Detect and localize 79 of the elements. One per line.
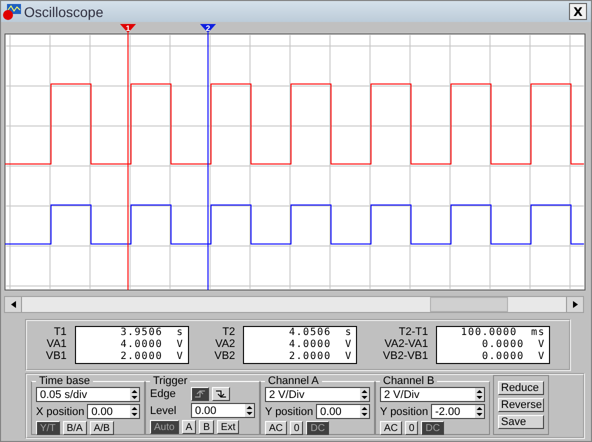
readout-unit: ms xyxy=(531,327,546,339)
trigger-level-field[interactable]: 0.00 xyxy=(191,403,255,418)
readout-label: VA1 xyxy=(46,338,67,350)
coupling-button[interactable]: 0 xyxy=(290,421,304,435)
spin-arrows-icon[interactable] xyxy=(475,388,484,401)
readout-label: VB1 xyxy=(46,350,67,362)
group-title: Time base xyxy=(38,375,91,387)
field-label: Y position xyxy=(380,406,428,418)
readout-unit: V xyxy=(176,351,184,363)
readout-label: T2 xyxy=(222,326,236,338)
readout-value: 100.0000 xyxy=(460,327,518,339)
coupling-button[interactable]: DC xyxy=(421,421,444,435)
field-label: Level xyxy=(150,404,178,416)
mode-button[interactable]: B/A xyxy=(62,421,87,435)
readout-unit: V xyxy=(176,339,184,351)
horizontal-scrollbar[interactable] xyxy=(4,296,584,313)
readout-value: 4.0506 xyxy=(288,327,332,339)
scroll-right-icon[interactable] xyxy=(572,301,578,308)
readout-label: T1 xyxy=(54,326,67,338)
readout-label: VB2-VB1 xyxy=(382,350,428,362)
close-button[interactable]: X xyxy=(569,3,587,20)
y-position-field[interactable]: -2.00 xyxy=(431,404,485,419)
falling-edge-icon xyxy=(215,390,227,398)
time-scale-field[interactable]: 0.05 s/div xyxy=(36,387,140,402)
trigger-source-button[interactable]: A xyxy=(182,420,196,434)
trigger-source-button[interactable]: Ext xyxy=(216,420,240,434)
readout-value: 4.0000 xyxy=(120,339,164,351)
spin-arrows-icon[interactable] xyxy=(360,388,369,401)
window-title: Oscilloscope xyxy=(24,4,104,20)
y-position-field[interactable]: 0.00 xyxy=(316,404,370,419)
field-label: X position xyxy=(36,406,84,418)
group-title: Channel A xyxy=(267,375,320,387)
readout-value: 2.0000 xyxy=(120,351,164,363)
coupling-button[interactable]: AC xyxy=(380,421,402,435)
spin-arrows-icon[interactable] xyxy=(475,405,484,418)
readout-unit: V xyxy=(538,351,546,363)
spin-arrows-icon[interactable] xyxy=(130,388,139,401)
field-label: Edge xyxy=(150,388,177,400)
readout-value: 2.0000 xyxy=(288,351,332,363)
falling-edge-button[interactable] xyxy=(212,387,230,401)
coupling-button[interactable]: DC xyxy=(306,421,329,435)
readout-unit: V xyxy=(538,339,546,351)
readout-label: VB2 xyxy=(214,350,236,362)
x-position-field[interactable]: 0.00 xyxy=(87,404,140,419)
trigger-source-button[interactable]: Auto xyxy=(150,420,179,434)
coupling-button[interactable]: AC xyxy=(265,421,287,435)
readout-value: 4.0000 xyxy=(288,339,332,351)
cursor-marker[interactable]: 1 xyxy=(120,24,136,33)
readout-unit: V xyxy=(345,351,352,363)
action-button[interactable]: Reduce xyxy=(498,381,544,395)
spin-arrows-icon[interactable] xyxy=(130,405,139,418)
group-title: Channel B xyxy=(382,375,436,387)
readout-unit: s xyxy=(176,327,184,339)
spin-arrows-icon[interactable] xyxy=(360,405,369,418)
scroll-thumb[interactable] xyxy=(430,297,508,312)
trigger-source-button[interactable]: B xyxy=(199,420,214,434)
readout-value: 0.0000 xyxy=(480,339,526,351)
mode-button[interactable]: A/B xyxy=(90,421,114,435)
action-button[interactable]: Reverse xyxy=(498,398,544,412)
readout-value: 3.9506 xyxy=(120,327,164,339)
action-button[interactable]: Save xyxy=(498,415,544,429)
rising-edge-icon xyxy=(194,390,206,398)
spin-arrows-icon[interactable] xyxy=(245,404,254,417)
oscilloscope-app-icon xyxy=(3,4,21,20)
readout-unit: V xyxy=(345,339,352,351)
coupling-button[interactable]: 0 xyxy=(404,421,418,435)
group-title: Trigger xyxy=(152,375,188,387)
field-label: Y position xyxy=(265,406,314,418)
rising-edge-button[interactable] xyxy=(191,387,209,401)
volts-scale-field[interactable]: 2 V/Div xyxy=(265,387,370,402)
readout-unit: s xyxy=(345,327,352,339)
readout-label: VA2-VA1 xyxy=(384,338,428,350)
readout-label: T2-T1 xyxy=(398,326,428,338)
readout-value: 0.0000 xyxy=(480,351,526,363)
mode-button[interactable]: Y/T xyxy=(36,421,60,435)
scroll-left-icon[interactable] xyxy=(10,301,16,308)
cursor-marker[interactable]: 2 xyxy=(200,24,216,33)
readout-label: VA2 xyxy=(215,338,236,350)
volts-scale-field[interactable]: 2 V/Div xyxy=(380,387,485,402)
